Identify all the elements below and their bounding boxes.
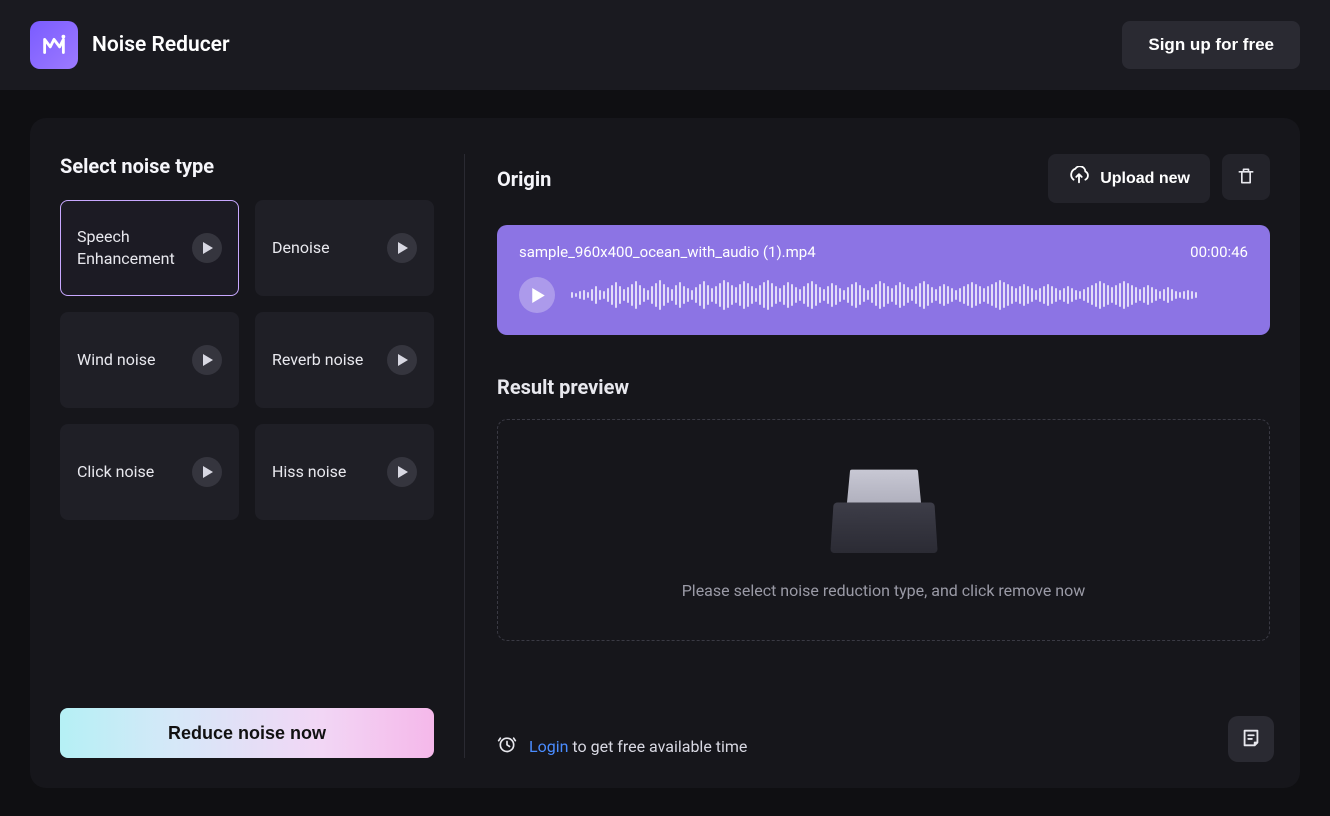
play-sample-button[interactable] xyxy=(192,233,222,263)
left-column: Select noise type Speech Enhancement Den… xyxy=(60,154,465,758)
noise-type-denoise[interactable]: Denoise xyxy=(255,200,434,296)
audio-filename: sample_960x400_ocean_with_audio (1).mp4 xyxy=(519,243,816,261)
play-sample-button[interactable] xyxy=(387,345,417,375)
main-panel: Select noise type Speech Enhancement Den… xyxy=(30,118,1300,788)
empty-inbox-icon xyxy=(832,461,936,553)
signup-button[interactable]: Sign up for free xyxy=(1122,21,1300,69)
upload-icon xyxy=(1068,166,1090,191)
audio-player: sample_960x400_ocean_with_audio (1).mp4 … xyxy=(497,225,1270,335)
noise-type-label: Speech Enhancement xyxy=(77,226,192,269)
noise-type-hiss[interactable]: Hiss noise xyxy=(255,424,434,520)
login-text: Login to get free available time xyxy=(529,737,747,756)
origin-title: Origin xyxy=(497,167,551,191)
noise-type-label: Click noise xyxy=(77,461,154,483)
delete-button[interactable] xyxy=(1222,154,1270,200)
feedback-button[interactable] xyxy=(1228,716,1274,762)
app-header: Noise Reducer Sign up for free xyxy=(0,0,1330,90)
play-sample-button[interactable] xyxy=(387,233,417,263)
app-logo xyxy=(30,21,78,69)
header-left: Noise Reducer xyxy=(30,21,230,69)
upload-new-button[interactable]: Upload new xyxy=(1048,154,1210,203)
noise-type-label: Denoise xyxy=(272,237,330,259)
upload-label: Upload new xyxy=(1100,170,1190,188)
login-rest: to get free available time xyxy=(568,737,747,756)
noise-type-click[interactable]: Click noise xyxy=(60,424,239,520)
right-column: Origin Upload new xyxy=(465,154,1270,758)
origin-header: Origin Upload new xyxy=(497,154,1270,203)
audio-controls xyxy=(519,275,1248,315)
play-sample-button[interactable] xyxy=(192,345,222,375)
play-sample-button[interactable] xyxy=(192,457,222,487)
audio-meta: sample_960x400_ocean_with_audio (1).mp4 … xyxy=(519,243,1248,261)
app-title: Noise Reducer xyxy=(92,33,230,57)
main-container: Select noise type Speech Enhancement Den… xyxy=(0,90,1330,816)
audio-play-button[interactable] xyxy=(519,277,555,313)
noise-type-label: Reverb noise xyxy=(272,349,363,371)
noise-type-reverb[interactable]: Reverb noise xyxy=(255,312,434,408)
trash-icon xyxy=(1236,166,1256,189)
noise-type-speech-enhancement[interactable]: Speech Enhancement xyxy=(60,200,239,296)
audio-duration: 00:00:46 xyxy=(1190,243,1248,261)
noise-type-wind[interactable]: Wind noise xyxy=(60,312,239,408)
result-hint: Please select noise reduction type, and … xyxy=(682,581,1086,600)
reduce-noise-button[interactable]: Reduce noise now xyxy=(60,708,434,758)
noise-type-label: Hiss noise xyxy=(272,461,346,483)
clock-icon xyxy=(497,734,517,758)
noise-type-grid: Speech Enhancement Denoise Wind noise xyxy=(60,200,434,520)
noise-type-label: Wind noise xyxy=(77,349,156,371)
origin-actions: Upload new xyxy=(1048,154,1270,203)
login-row: Login to get free available time xyxy=(497,704,1270,758)
result-preview-box: Please select noise reduction type, and … xyxy=(497,419,1270,641)
login-link[interactable]: Login xyxy=(529,737,568,756)
play-sample-button[interactable] xyxy=(387,457,417,487)
result-title: Result preview xyxy=(497,375,1270,399)
noise-type-title: Select noise type xyxy=(60,154,434,178)
audio-waveform[interactable] xyxy=(571,275,1248,315)
note-icon xyxy=(1240,727,1262,752)
